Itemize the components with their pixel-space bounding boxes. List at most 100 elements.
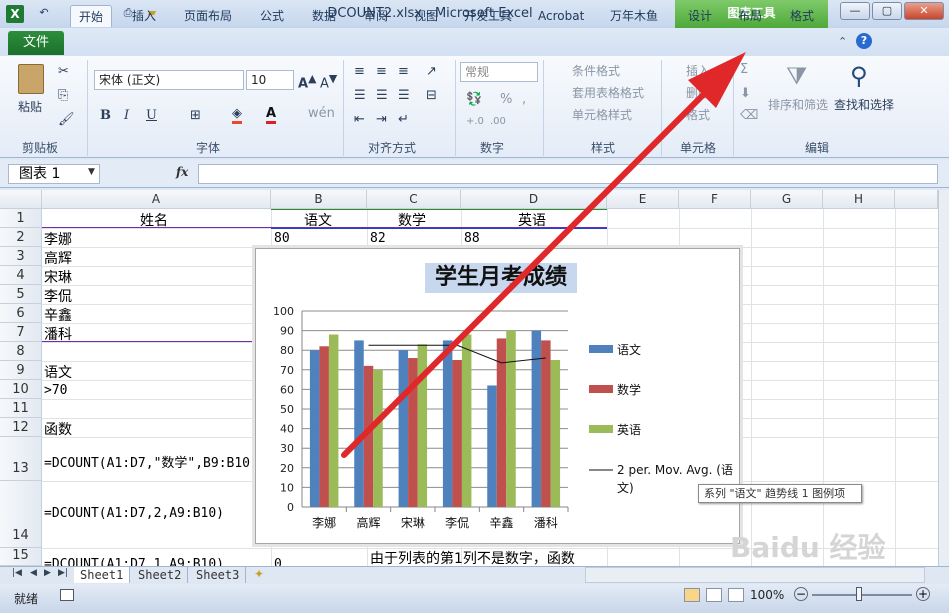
cell-c1[interactable]: 数学: [398, 210, 426, 230]
row-header-9[interactable]: 9: [0, 361, 42, 380]
row-header-12[interactable]: 12: [0, 418, 42, 437]
cell-a13[interactable]: =DCOUNT(A1:D7,"数学",B9:B10): [44, 452, 258, 471]
number-format-select[interactable]: 常规: [460, 62, 538, 82]
row-header-15[interactable]: 15: [0, 548, 42, 566]
grow-font-icon[interactable]: A▲: [298, 72, 316, 91]
paste-icon[interactable]: [18, 64, 44, 94]
increase-indent-icon[interactable]: ⇥: [376, 112, 387, 127]
bold-icon[interactable]: B: [100, 108, 111, 123]
insert-function-icon[interactable]: fx: [176, 165, 188, 179]
cell-b2[interactable]: 80: [274, 231, 290, 246]
row-header-2[interactable]: 2: [0, 228, 42, 247]
wrap-text-icon[interactable]: ↵: [398, 112, 409, 127]
paste-button[interactable]: 粘贴: [18, 98, 42, 115]
row-header-4[interactable]: 4: [0, 266, 42, 285]
row-header-1[interactable]: 1: [0, 209, 42, 228]
cell-a12[interactable]: 函数: [44, 419, 72, 439]
row-header-10[interactable]: 10: [0, 380, 42, 399]
vertical-scrollbar[interactable]: [938, 190, 949, 566]
row-header-6[interactable]: 6: [0, 304, 42, 323]
chart-plot[interactable]: 0 10 20 30 40 50 60 70 80 90 100 李娜 高辉 宋琳 李侃 辛鑫 潘科 语文数学英语…: [256, 249, 741, 545]
zoom-in-icon[interactable]: +: [916, 587, 930, 601]
percent-icon[interactable]: %: [500, 92, 512, 107]
find-select-icon[interactable]: ⚲: [850, 62, 868, 90]
tab-data[interactable]: 数据: [304, 5, 344, 27]
name-box-dropdown-icon[interactable]: ▼: [88, 167, 95, 177]
format-painter-icon[interactable]: 🖌: [58, 112, 75, 127]
phonetic-icon[interactable]: wén: [308, 106, 335, 121]
tab-developer[interactable]: 开发工具: [456, 5, 520, 27]
zoom-out-icon[interactable]: −: [794, 587, 808, 601]
orientation-icon[interactable]: ↗: [426, 64, 437, 79]
sort-filter-button[interactable]: 排序和筛选: [768, 96, 828, 113]
cell-b1[interactable]: 语文: [304, 210, 332, 230]
font-size-select[interactable]: 10: [246, 70, 294, 90]
copy-icon[interactable]: ⎘: [58, 88, 68, 103]
tab-layout[interactable]: 布局: [730, 5, 770, 27]
name-box[interactable]: 图表 1: [8, 164, 100, 184]
format-cells-button[interactable]: 格式: [686, 106, 710, 123]
align-right-icon[interactable]: ☰: [398, 88, 410, 103]
cell-d2[interactable]: 88: [464, 231, 480, 246]
currency-icon[interactable]: 💱: [466, 92, 482, 107]
macro-record-icon[interactable]: [60, 589, 74, 601]
tab-format[interactable]: 格式: [782, 5, 822, 27]
cell-b15[interactable]: 0: [274, 557, 282, 566]
underline-icon[interactable]: U: [146, 108, 157, 123]
conditional-format-button[interactable]: 条件格式: [572, 62, 620, 79]
row-header-7[interactable]: 7: [0, 323, 42, 342]
cut-icon[interactable]: ✂: [58, 64, 69, 79]
shrink-font-icon[interactable]: A▼: [320, 72, 337, 91]
align-top-icon[interactable]: ≡: [354, 64, 365, 79]
font-name-select[interactable]: 宋体 (正文): [94, 70, 244, 90]
autosum-icon[interactable]: Σ: [740, 62, 748, 77]
align-center-icon[interactable]: ☰: [376, 88, 388, 103]
excel-app-icon[interactable]: X: [6, 5, 24, 23]
column-header-c[interactable]: C: [367, 190, 461, 209]
cell-a15[interactable]: =DCOUNT(A1:D7,1,A9:B10): [44, 557, 224, 566]
cell-a2[interactable]: 李娜: [44, 229, 72, 249]
sort-filter-icon[interactable]: ⧩: [786, 62, 807, 90]
cell-a9[interactable]: 语文: [44, 362, 72, 382]
tab-view[interactable]: 视图: [406, 5, 446, 27]
cell-d1[interactable]: 英语: [518, 210, 546, 230]
row-header-13[interactable]: 13: [0, 437, 42, 481]
column-header-a[interactable]: A: [42, 190, 271, 209]
formula-input[interactable]: [198, 164, 938, 184]
sheet-tab-sheet3[interactable]: Sheet3: [190, 567, 247, 583]
row-header-11[interactable]: 11: [0, 399, 42, 418]
tab-formulas[interactable]: 公式: [252, 5, 292, 27]
align-bottom-icon[interactable]: ≡: [398, 64, 409, 79]
tab-design[interactable]: 设计: [680, 5, 720, 27]
column-header-e[interactable]: E: [607, 190, 679, 209]
border-icon[interactable]: ⊞: [190, 108, 201, 123]
column-header-g[interactable]: G: [751, 190, 823, 209]
minimize-ribbon-icon[interactable]: ⌃: [838, 35, 847, 48]
column-header-f[interactable]: F: [679, 190, 751, 209]
restore-button[interactable]: ▢: [872, 2, 902, 20]
font-color-icon[interactable]: A: [266, 106, 277, 124]
sheet-tab-sheet1[interactable]: Sheet1: [74, 567, 131, 583]
merge-icon[interactable]: ⊟: [426, 88, 437, 103]
decrease-decimal-icon[interactable]: .00: [490, 116, 506, 127]
clear-icon[interactable]: ⌫: [740, 108, 758, 123]
tab-home[interactable]: 开始: [70, 5, 113, 27]
sheet-nav-last-icon[interactable]: ▶|: [58, 568, 68, 578]
format-as-table-button[interactable]: 套用表格格式: [572, 84, 644, 101]
align-left-icon[interactable]: ☰: [354, 88, 366, 103]
tab-insert[interactable]: 插入: [124, 5, 164, 27]
cell-note[interactable]: 由于列表的第1列不是数字，函数: [370, 548, 575, 568]
sheet-nav-first-icon[interactable]: |◀: [12, 568, 22, 578]
row-header-8[interactable]: 8: [0, 342, 42, 361]
close-button[interactable]: ✕: [904, 2, 944, 20]
insert-cells-button[interactable]: 插入: [686, 62, 710, 79]
tab-wannianmuyu[interactable]: 万年木鱼: [602, 5, 666, 27]
cell-a7[interactable]: 潘科: [44, 324, 72, 344]
row-header-5[interactable]: 5: [0, 285, 42, 304]
select-all-corner[interactable]: [0, 190, 42, 209]
cell-a3[interactable]: 高辉: [44, 248, 72, 268]
italic-icon[interactable]: I: [124, 108, 129, 123]
sheet-tab-sheet2[interactable]: Sheet2: [132, 567, 189, 583]
tab-page-layout[interactable]: 页面布局: [176, 5, 240, 27]
help-icon[interactable]: ?: [856, 33, 872, 49]
